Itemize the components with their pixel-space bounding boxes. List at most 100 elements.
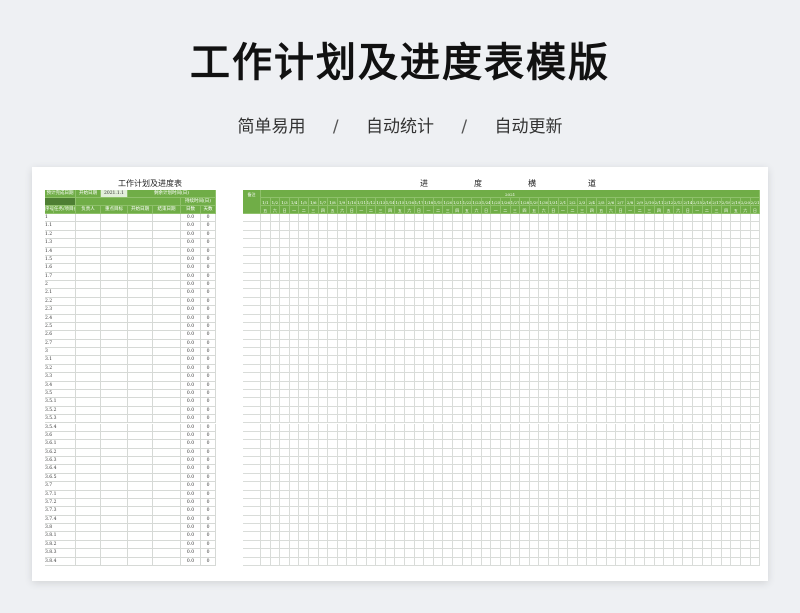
gantt-cell[interactable] bbox=[568, 356, 578, 365]
gantt-cell[interactable] bbox=[405, 473, 415, 483]
gantt-cell[interactable] bbox=[741, 549, 751, 558]
gantt-cell[interactable] bbox=[309, 322, 319, 332]
gantt-cell[interactable] bbox=[395, 222, 405, 231]
gantt-cell[interactable] bbox=[501, 373, 511, 382]
gantt-cell[interactable] bbox=[433, 440, 444, 449]
gantt-cell[interactable] bbox=[443, 264, 453, 273]
gantt-cell[interactable] bbox=[395, 381, 405, 390]
gantt-cell[interactable] bbox=[270, 557, 281, 566]
gantt-cell[interactable] bbox=[606, 306, 617, 315]
gantt-cell[interactable] bbox=[635, 306, 645, 315]
gantt-cell[interactable] bbox=[654, 255, 665, 265]
gantt-cell[interactable] bbox=[299, 381, 309, 390]
gantt-cell[interactable] bbox=[529, 381, 540, 390]
gantt-cell[interactable] bbox=[328, 348, 338, 357]
gantt-cell[interactable] bbox=[318, 230, 329, 240]
gantt-cell[interactable] bbox=[712, 331, 722, 340]
gantt-cell[interactable] bbox=[337, 448, 348, 457]
gantt-cell[interactable] bbox=[731, 364, 741, 374]
gantt-cell[interactable] bbox=[347, 373, 357, 382]
gantt-cell[interactable] bbox=[616, 389, 626, 399]
gantt-cell[interactable] bbox=[520, 532, 530, 541]
gantt-cell[interactable] bbox=[558, 498, 569, 508]
gantt-cell[interactable] bbox=[568, 507, 578, 516]
gantt-cell[interactable] bbox=[385, 339, 396, 349]
table-cell[interactable] bbox=[128, 440, 153, 449]
gantt-cell[interactable] bbox=[529, 532, 540, 541]
status-cell[interactable] bbox=[243, 498, 261, 508]
table-cell[interactable] bbox=[128, 247, 153, 256]
status-cell[interactable] bbox=[243, 532, 261, 541]
gantt-cell[interactable] bbox=[462, 255, 473, 265]
gantt-cell[interactable] bbox=[721, 431, 732, 441]
gantt-cell[interactable] bbox=[280, 431, 290, 441]
gantt-cell[interactable] bbox=[491, 364, 501, 374]
gantt-cell[interactable] bbox=[481, 272, 492, 282]
gantt-cell[interactable] bbox=[270, 524, 281, 533]
gantt-cell[interactable] bbox=[731, 440, 741, 449]
gantt-cell[interactable] bbox=[280, 356, 290, 365]
gantt-cell[interactable] bbox=[587, 331, 597, 340]
gantt-cell[interactable] bbox=[625, 322, 636, 332]
gantt-cell[interactable] bbox=[501, 389, 511, 399]
gantt-cell[interactable] bbox=[606, 289, 617, 298]
gantt-cell[interactable] bbox=[673, 498, 684, 508]
gantt-cell[interactable] bbox=[270, 356, 281, 365]
gantt-cell[interactable] bbox=[702, 515, 713, 525]
gantt-cell[interactable] bbox=[299, 465, 309, 474]
gantt-cell[interactable] bbox=[625, 440, 636, 449]
gantt-cell[interactable] bbox=[731, 524, 741, 533]
gantt-cell[interactable] bbox=[712, 214, 722, 223]
gantt-cell[interactable] bbox=[539, 331, 549, 340]
gantt-cell[interactable] bbox=[453, 306, 463, 315]
gantt-cell[interactable] bbox=[702, 415, 713, 424]
gantt-cell[interactable] bbox=[472, 356, 482, 365]
gantt-cell[interactable] bbox=[414, 431, 425, 441]
gantt-cell[interactable] bbox=[289, 222, 300, 231]
gantt-cell[interactable] bbox=[395, 356, 405, 365]
gantt-cell[interactable] bbox=[299, 331, 309, 340]
gantt-cell[interactable] bbox=[673, 230, 684, 240]
gantt-cell[interactable] bbox=[328, 381, 338, 390]
table-cell[interactable] bbox=[101, 406, 128, 416]
gantt-cell[interactable] bbox=[347, 364, 357, 374]
gantt-cell[interactable] bbox=[597, 297, 607, 307]
gantt-cell[interactable] bbox=[366, 264, 377, 273]
gantt-cell[interactable] bbox=[712, 364, 722, 374]
gantt-cell[interactable] bbox=[577, 540, 588, 550]
gantt-cell[interactable] bbox=[433, 314, 444, 323]
gantt-cell[interactable] bbox=[539, 457, 549, 466]
table-cell[interactable] bbox=[128, 289, 153, 298]
gantt-cell[interactable] bbox=[558, 281, 569, 290]
table-cell[interactable] bbox=[153, 264, 181, 273]
gantt-cell[interactable] bbox=[539, 272, 549, 282]
gantt-cell[interactable] bbox=[366, 255, 377, 265]
gantt-cell[interactable] bbox=[337, 255, 348, 265]
gantt-cell[interactable] bbox=[309, 398, 319, 407]
gantt-cell[interactable] bbox=[309, 457, 319, 466]
gantt-cell[interactable] bbox=[616, 322, 626, 332]
gantt-cell[interactable] bbox=[481, 348, 492, 357]
table-cell[interactable] bbox=[153, 490, 181, 499]
gantt-cell[interactable] bbox=[693, 381, 703, 390]
gantt-cell[interactable] bbox=[270, 406, 281, 416]
gantt-cell[interactable] bbox=[664, 482, 674, 491]
gantt-cell[interactable] bbox=[645, 415, 655, 424]
table-cell[interactable] bbox=[101, 356, 128, 365]
gantt-cell[interactable] bbox=[568, 457, 578, 466]
gantt-cell[interactable] bbox=[577, 373, 588, 382]
gantt-cell[interactable] bbox=[405, 289, 415, 298]
gantt-cell[interactable] bbox=[741, 381, 751, 390]
gantt-cell[interactable] bbox=[625, 297, 636, 307]
gantt-cell[interactable] bbox=[616, 222, 626, 231]
table-cell[interactable] bbox=[101, 322, 128, 332]
gantt-cell[interactable] bbox=[405, 457, 415, 466]
gantt-cell[interactable] bbox=[501, 222, 511, 231]
gantt-cell[interactable] bbox=[721, 415, 732, 424]
gantt-cell[interactable] bbox=[558, 406, 569, 416]
gantt-cell[interactable] bbox=[357, 431, 367, 441]
gantt-cell[interactable] bbox=[645, 406, 655, 416]
gantt-cell[interactable] bbox=[289, 457, 300, 466]
gantt-cell[interactable] bbox=[549, 549, 559, 558]
gantt-cell[interactable] bbox=[568, 264, 578, 273]
